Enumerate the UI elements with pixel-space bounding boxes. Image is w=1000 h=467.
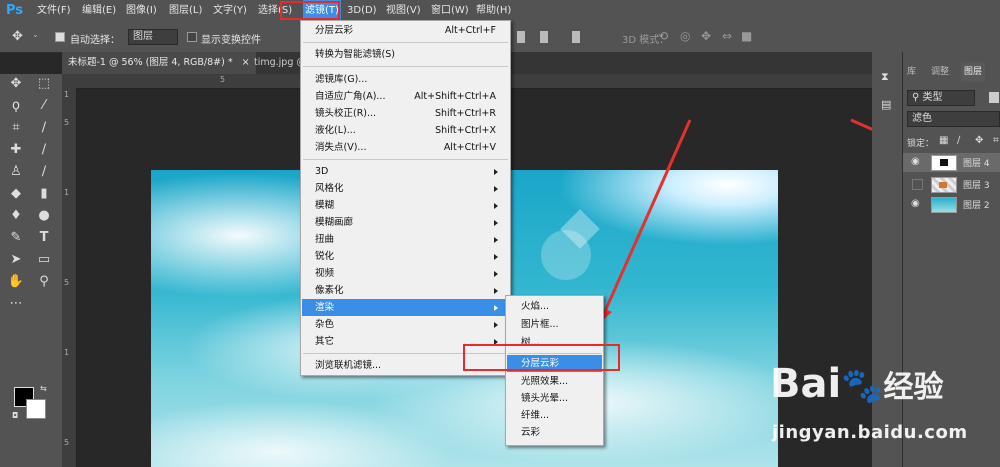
submenu-arrow-icon (494, 254, 498, 260)
submenu-arrow-icon (494, 322, 498, 328)
menu-item-browse-online[interactable]: 浏览联机滤镜... (315, 357, 381, 374)
menu-item-convert-smart[interactable]: 转换为智能滤镜(S) (315, 46, 395, 63)
menu-item-noise[interactable]: 杂色 (315, 316, 334, 333)
menu-item-other[interactable]: 其它 (315, 333, 334, 350)
menu-item-fibers[interactable]: 纤维... (521, 407, 549, 424)
submenu-arrow-icon (494, 288, 498, 294)
search-icon: ⚲ (912, 92, 923, 103)
layer-name: 图层 3 (963, 181, 990, 191)
lock-artboard-icon[interactable]: ⌗ (993, 135, 999, 146)
annotation-arrow-line (600, 119, 692, 319)
properties-panel-icon[interactable]: ▤ (881, 98, 891, 111)
lock-pixels-icon[interactable]: ▦ (939, 135, 948, 146)
layer-row-2[interactable]: ◉ 图层 2 (903, 195, 1000, 214)
eye-icon[interactable]: ◉ (911, 198, 920, 209)
menu-item-flame[interactable]: 火焰... (521, 298, 549, 315)
lock-label: 锁定： (907, 139, 935, 149)
blend-mode-dropdown[interactable]: 滤色 (907, 111, 1000, 127)
submenu-arrow-icon (494, 271, 498, 277)
layer-kind-filter[interactable]: ⚲ 类型 (907, 90, 975, 106)
visibility-off-box[interactable] (912, 179, 923, 190)
submenu-arrow-icon (494, 169, 498, 175)
layer-name: 图层 4 (963, 159, 990, 169)
menu-item-filter-gallery[interactable]: 滤镜库(G)... (315, 71, 367, 88)
baidu-url: jingyan.baidu.com (772, 422, 968, 443)
menu-shortcut: Alt+Shift+Ctrl+A (414, 91, 496, 102)
submenu-arrow-icon (494, 220, 498, 226)
submenu-arrow-icon (494, 203, 498, 209)
layer-thumbnail (931, 155, 957, 171)
menu-item-last-filter[interactable]: 分层云彩 (315, 22, 353, 39)
layer-row-3[interactable]: 图层 3 (903, 175, 1000, 194)
layer-kind-label: 类型 (922, 92, 943, 103)
menu-item-lens-flare[interactable]: 镜头光晕... (521, 390, 568, 407)
menu-item-lens-correction[interactable]: 镜头校正(R)... (315, 105, 376, 122)
menu-item-3d[interactable]: 3D (315, 163, 328, 180)
tab-adjustments[interactable]: 调整 (931, 62, 949, 82)
lock-position-icon[interactable]: ✥ (975, 135, 983, 146)
menu-item-adaptive-wide[interactable]: 自适应广角(A)... (315, 88, 385, 105)
lock-brush-icon[interactable]: ∕ (957, 135, 960, 146)
baidu-brand-cn: 经验 (883, 370, 944, 405)
tab-library[interactable]: 库 (907, 62, 916, 82)
difference-clouds-highlight-box (463, 344, 620, 371)
menu-item-vanishing-point[interactable]: 消失点(V)... (315, 139, 366, 156)
image-filter-icon[interactable] (989, 92, 999, 103)
eye-icon[interactable]: ◉ (911, 156, 920, 167)
menu-item-distort[interactable]: 扭曲 (315, 231, 334, 248)
menu-item-render[interactable]: 渲染 (315, 299, 334, 316)
menu-separator (303, 42, 508, 43)
baidu-brand-text: Bai (770, 361, 842, 407)
menu-item-pixelate[interactable]: 像素化 (315, 282, 344, 299)
layer-thumbnail (931, 197, 957, 213)
menu-item-clouds[interactable]: 云彩 (521, 424, 540, 441)
filter-menu-dropdown: 分层云彩 Alt+Ctrl+F 转换为智能滤镜(S) 滤镜库(G)... 自适应… (300, 20, 511, 376)
menu-separator (303, 66, 508, 67)
menu-shortcut: Alt+Ctrl+V (443, 142, 496, 153)
baidu-logo: Bai🐾经验 (770, 362, 944, 410)
menu-shortcut: Shift+Ctrl+X (435, 125, 496, 136)
menu-item-picture-frame[interactable]: 图片框... (521, 316, 559, 333)
menu-shortcut: Alt+Ctrl+F (444, 25, 496, 36)
submenu-arrow-icon (494, 237, 498, 243)
layer-name: 图层 2 (963, 201, 990, 211)
paw-icon: 🐾 (841, 366, 884, 406)
tab-layers[interactable]: 图层 (961, 62, 986, 82)
menu-item-blur-gallery[interactable]: 模糊画廊 (315, 214, 353, 231)
menu-separator (303, 159, 508, 160)
menu-item-sharpen[interactable]: 锐化 (315, 248, 334, 265)
submenu-arrow-icon (494, 305, 498, 311)
history-panel-icon[interactable]: ⧗ (881, 70, 889, 84)
menu-item-liquify[interactable]: 液化(L)... (315, 122, 356, 139)
menu-shortcut: Shift+Ctrl+R (434, 108, 496, 119)
layer-thumbnail (931, 177, 957, 193)
menu-item-video[interactable]: 视频 (315, 265, 334, 282)
menu-item-blur[interactable]: 模糊 (315, 197, 334, 214)
baidu-watermark: Bai🐾经验 jingyan.baidu.com (770, 362, 990, 462)
menu-item-lighting-effects[interactable]: 光照效果... (521, 373, 568, 390)
submenu-arrow-icon (494, 186, 498, 192)
layer-row-4[interactable]: ◉ 图层 4 (903, 153, 1000, 172)
menu-item-stylize[interactable]: 风格化 (315, 180, 344, 197)
